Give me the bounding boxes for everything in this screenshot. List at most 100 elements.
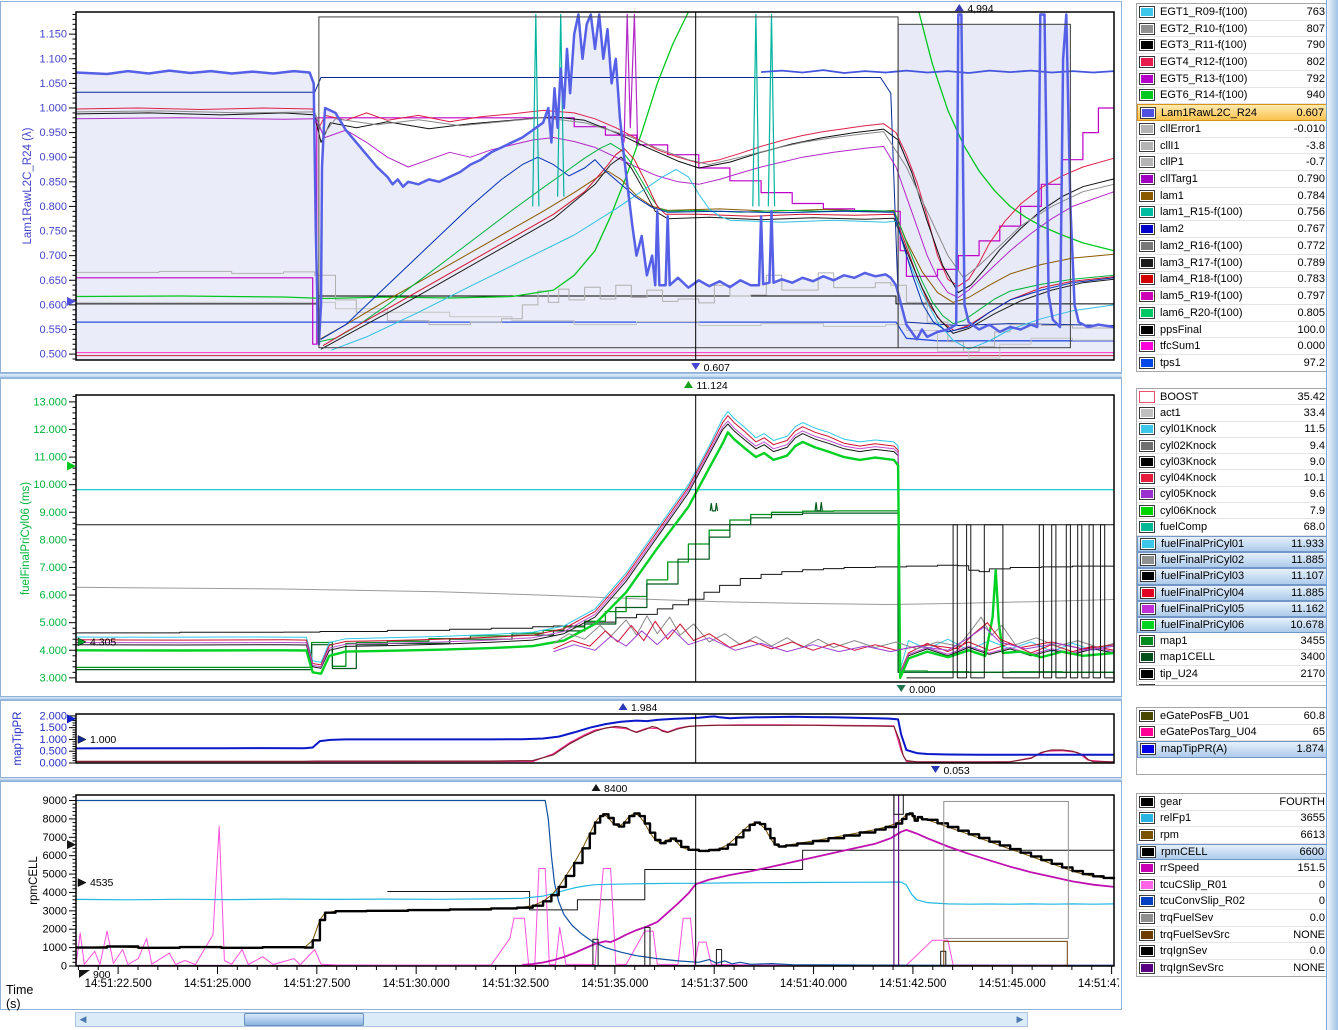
legend-row-mapTipPR(A)[interactable]: mapTipPR(A)1.874: [1137, 741, 1329, 758]
legend-row-EGT4_R12-f(100)[interactable]: EGT4_R12-f(100)802: [1137, 54, 1329, 71]
legend-row-EGT3_R11-f(100)[interactable]: EGT3_R11-f(100)790: [1137, 37, 1329, 54]
legend-row-fuelFinalPriCyl03[interactable]: fuelFinalPriCyl0311.107: [1137, 568, 1329, 584]
legend-row-relFp1[interactable]: relFp13655: [1137, 811, 1329, 828]
svg-text:12.000: 12.000: [33, 424, 67, 436]
legend-row-eGatePosFB_U01[interactable]: eGatePosFB_U0160.8: [1137, 708, 1329, 725]
legend-row-partial[interactable]: [1137, 682, 1329, 686]
legend-row-tcuConvSlip_R02[interactable]: tcuConvSlip_R020: [1137, 894, 1329, 911]
param-value: 7.9: [1310, 505, 1325, 517]
legend-row-lam5_R19-f(100)[interactable]: lam5_R19-f(100)0.797: [1137, 288, 1329, 305]
param-value: 0.0: [1310, 912, 1325, 924]
horizontal-scrollbar[interactable]: ◀ ▶: [75, 1012, 1028, 1027]
legend-row-cyl06Knock[interactable]: cyl06Knock7.9: [1137, 503, 1329, 519]
color-swatch: [1139, 324, 1155, 336]
time-axis-title-line2: (s): [6, 997, 33, 1011]
param-value: 807: [1307, 23, 1325, 35]
legend-row-lam4_R18-f(100)[interactable]: lam4_R18-f(100)0.783: [1137, 272, 1329, 289]
svg-text:2000: 2000: [43, 924, 67, 936]
legend-row-lam3_R17-f(100)[interactable]: lam3_R17-f(100)0.789: [1137, 255, 1329, 272]
legend-row-cyl03Knock[interactable]: cyl03Knock9.0: [1137, 454, 1329, 470]
scrollbar-thumb[interactable]: [244, 1013, 364, 1026]
legend-row-tip_U24[interactable]: tip_U242170: [1137, 666, 1329, 682]
color-swatch: [1139, 206, 1155, 218]
flag-marker-value: 900: [93, 969, 111, 981]
legend-row-ppsFinal[interactable]: ppsFinal100.0: [1137, 322, 1329, 339]
legend-row-tcuCSlip_R01[interactable]: tcuCSlip_R010: [1137, 877, 1329, 894]
scroll-right-arrow-icon[interactable]: ▶: [1013, 1013, 1027, 1026]
legend-row-fuelFinalPriCyl06[interactable]: fuelFinalPriCyl0610.678: [1137, 617, 1329, 633]
legend-row-fuelFinalPriCyl01[interactable]: fuelFinalPriCyl0111.933: [1137, 536, 1329, 552]
time-tick-label: 14:51:30.000: [383, 978, 450, 990]
legend-row-lam6_R20-f(100)[interactable]: lam6_R20-f(100)0.805: [1137, 305, 1329, 322]
color-swatch: [1139, 879, 1155, 891]
chart-panel-fuel[interactable]: 3.0004.0005.0006.0007.0008.0009.00010.00…: [0, 378, 1122, 697]
param-value: 10.678: [1290, 619, 1324, 631]
legend-row-lam2[interactable]: lam20.767: [1137, 221, 1329, 238]
legend-row-EGT1_R09-f(100)[interactable]: EGT1_R09-f(100)763: [1137, 4, 1329, 21]
legend-row-EGT2_R10-f(100)[interactable]: EGT2_R10-f(100)807: [1137, 21, 1329, 38]
legend-row-cllP1[interactable]: cllP1-0.7: [1137, 154, 1329, 171]
legend-row-rrSpeed[interactable]: rrSpeed151.5: [1137, 860, 1329, 877]
scroll-left-arrow-icon[interactable]: ◀: [76, 1013, 90, 1026]
legend-row-eGatePosTarg_U04[interactable]: eGatePosTarg_U0465: [1137, 725, 1329, 742]
time-tick-label: 14:51:45.000: [979, 978, 1046, 990]
legend-row-cyl05Knock[interactable]: cyl05Knock9.6: [1137, 487, 1329, 503]
param-name: lam5_R19-f(100): [1160, 290, 1297, 302]
legend-row-cyl01Knock[interactable]: cyl01Knock11.5: [1137, 422, 1329, 438]
color-swatch: [1139, 635, 1155, 647]
legend-row-cyl02Knock[interactable]: cyl02Knock9.4: [1137, 438, 1329, 454]
legend-row-gear[interactable]: gearFOURTH: [1137, 794, 1329, 811]
param-name: EGT4_R12-f(100): [1160, 56, 1307, 68]
legend-row-act1[interactable]: act133.4: [1137, 405, 1329, 421]
legend-row-cllI1[interactable]: cllI1-3.8: [1137, 138, 1329, 155]
param-name: trqFuelSev: [1160, 912, 1310, 924]
charts-column: 0.5000.5500.6000.6500.7000.7500.8000.850…: [0, 0, 1122, 1030]
color-swatch: [1139, 440, 1155, 452]
color-swatch: [1140, 743, 1156, 755]
legend-row-cllError1[interactable]: cllError1-0.010: [1137, 121, 1329, 138]
param-name: cllTarg1: [1160, 173, 1297, 185]
legend-row-trqFuelSevSrc[interactable]: trqFuelSevSrcNONE: [1137, 927, 1329, 944]
legend-row-EGT6_R14-f(100)[interactable]: EGT6_R14-f(100)940: [1137, 88, 1329, 105]
legend-row-rpm[interactable]: rpm6613: [1137, 827, 1329, 844]
legend-row-fuelFinalPriCyl04[interactable]: fuelFinalPriCyl0411.885: [1137, 585, 1329, 601]
param-name: lam3_R17-f(100): [1160, 257, 1297, 269]
legend-row-trqIgnSev[interactable]: trqIgnSev0.0: [1137, 943, 1329, 960]
legend-row-EGT5_R13-f(100)[interactable]: EGT5_R13-f(100)792: [1137, 71, 1329, 88]
chart-panel-lambda[interactable]: 0.5000.5500.6000.6500.7000.7500.8000.850…: [0, 1, 1122, 373]
legend-row-lam1_R15-f(100)[interactable]: lam1_R15-f(100)0.756: [1137, 205, 1329, 222]
legend-row-fuelComp[interactable]: fuelComp68.0: [1137, 519, 1329, 535]
chart-panel-maptip[interactable]: 0.0000.5001.0001.5002.000mapTipPR1.9840.…: [0, 700, 1122, 778]
param-value: 0.790: [1297, 173, 1325, 185]
legend-row-map1CELL[interactable]: map1CELL3400: [1137, 650, 1329, 666]
legend-row-fuelFinalPriCyl02[interactable]: fuelFinalPriCyl0211.885: [1137, 552, 1329, 568]
legend-row-lam1[interactable]: lam10.784: [1137, 188, 1329, 205]
legend-row-tfcSum1[interactable]: tfcSum10.000: [1137, 338, 1329, 355]
legend-row-tps1[interactable]: tps197.2: [1137, 355, 1329, 372]
param-name: tcuCSlip_R01: [1160, 879, 1319, 891]
legend-row-lam2_R16-f(100)[interactable]: lam2_R16-f(100)0.772: [1137, 238, 1329, 255]
legend-row-BOOST[interactable]: BOOST35.42: [1137, 389, 1329, 405]
axis-title-fuel: fuelFinalPriCyl06 (ms): [20, 482, 32, 595]
max-marker-value: 11.124: [696, 380, 727, 392]
legend-row-cllTarg1[interactable]: cllTarg10.790: [1137, 171, 1329, 188]
legend-panel-2: BOOST35.42act133.4cyl01Knock11.5cyl02Kno…: [1136, 388, 1330, 686]
legend-row-cyl04Knock[interactable]: cyl04Knock10.1: [1137, 470, 1329, 486]
color-swatch: [1139, 912, 1155, 924]
min-marker-icon: [691, 363, 700, 370]
svg-text:8.000: 8.000: [39, 534, 67, 546]
legend-row-rpmCELL[interactable]: rpmCELL6600: [1137, 844, 1329, 861]
chart-panel-rpm[interactable]: 0100020003000400050006000700080009000rpm…: [0, 781, 1122, 1010]
flag-marker-icon: [79, 970, 90, 978]
trace-knock-red: [554, 621, 1115, 650]
color-swatch: [1139, 257, 1155, 269]
param-value: 6613: [1301, 829, 1325, 841]
legend-row-fuelFinalPriCyl05[interactable]: fuelFinalPriCyl0511.162: [1137, 601, 1329, 617]
time-tick-label: 14:51:32.500: [482, 978, 549, 990]
param-name: cyl02Knock: [1160, 440, 1310, 452]
trace-purple-spike: [624, 15, 638, 143]
legend-row-trqFuelSev[interactable]: trqFuelSev0.0: [1137, 910, 1329, 927]
legend-row-map1[interactable]: map13455: [1137, 633, 1329, 649]
legend-row-trqIgnSevSrc[interactable]: trqIgnSevSrcNONE: [1137, 960, 1329, 977]
legend-row-Lam1RawL2C_R24[interactable]: Lam1RawL2C_R240.607: [1137, 104, 1329, 121]
